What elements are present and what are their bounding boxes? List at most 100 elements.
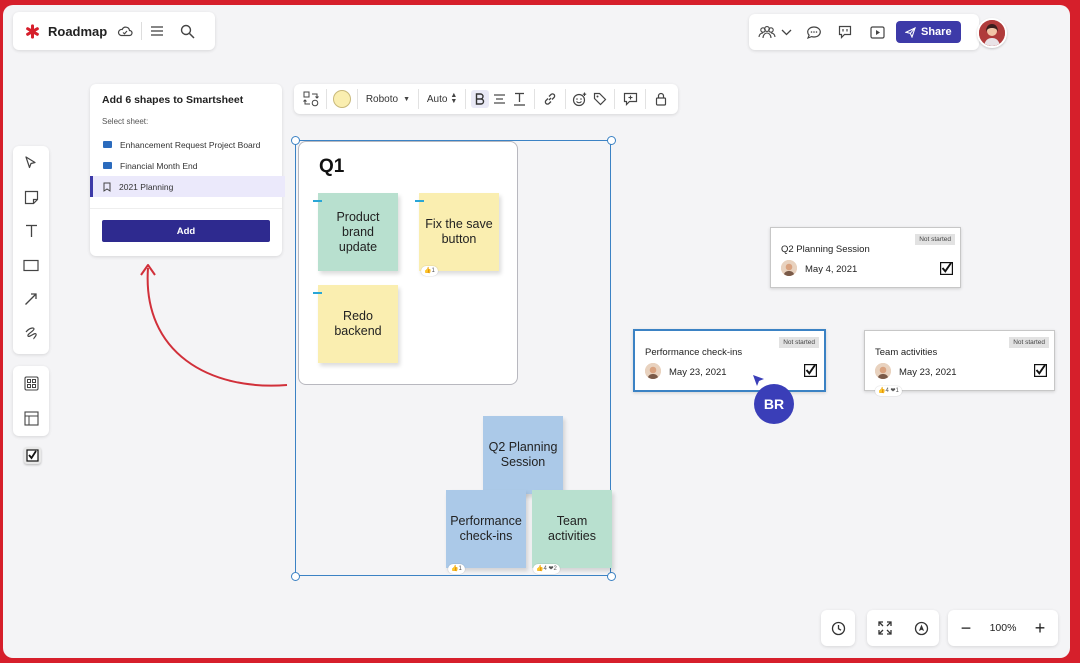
tool-bar-secondary	[13, 366, 49, 436]
status-badge: Not started	[915, 234, 955, 245]
sticky-text: Team activities	[548, 514, 596, 543]
present-icon[interactable]	[870, 25, 885, 39]
board-title[interactable]: Roadmap	[48, 24, 107, 39]
annotation-arrow	[140, 264, 288, 387]
bold-button[interactable]	[470, 84, 489, 114]
fill-color-button[interactable]	[331, 84, 353, 114]
caret-down-icon: ▼	[403, 95, 410, 103]
sticky-text: Q2 Planning Session	[488, 440, 558, 469]
sticky-note[interactable]: Product brand update	[318, 193, 398, 271]
fit-screen-icon[interactable]	[867, 621, 903, 635]
share-button[interactable]: Share	[896, 21, 961, 43]
shapes-swap-icon	[303, 91, 319, 107]
avatar	[781, 260, 797, 276]
sticky-note[interactable]: Fix the save button	[419, 193, 499, 271]
zoom-level[interactable]: 100%	[983, 622, 1023, 634]
sheet-icon	[103, 182, 111, 192]
color-swatch	[332, 90, 351, 108]
select-tool[interactable]	[13, 146, 49, 180]
cloud-icon[interactable]	[117, 25, 133, 37]
clock-icon[interactable]	[831, 621, 846, 636]
card-title: Q2 Planning Session	[781, 244, 870, 255]
reaction-badge[interactable]: 👍1	[448, 564, 465, 574]
divider	[614, 89, 615, 109]
pen-tool[interactable]	[13, 316, 49, 350]
folder-icon	[103, 162, 112, 169]
connector-handle[interactable]	[313, 292, 322, 294]
comment-add-icon	[623, 92, 638, 106]
divider	[141, 22, 143, 40]
connector-tool[interactable]	[13, 282, 49, 316]
zoom-in-button[interactable]: +	[1023, 618, 1057, 639]
task-card-selected[interactable]: Performance check-ins Not started May 23…	[633, 329, 826, 392]
search-icon[interactable]	[180, 24, 195, 39]
sheet-option-selected[interactable]: 2021 Planning	[90, 176, 285, 197]
divider	[326, 89, 327, 109]
font-size-select[interactable]: Auto ▲ ▼	[423, 84, 462, 114]
sticky-note[interactable]: Q2 Planning Session	[483, 416, 563, 494]
status-badge: Not started	[779, 337, 819, 348]
connector-handle[interactable]	[313, 200, 322, 202]
navigator-icon[interactable]	[903, 621, 939, 636]
app-bar: Roadmap	[13, 12, 215, 50]
add-button[interactable]: Add	[102, 220, 270, 242]
text-style-button[interactable]	[509, 84, 529, 114]
avatar	[875, 363, 891, 379]
share-label: Share	[921, 26, 952, 38]
collaborators-icon[interactable]	[758, 25, 776, 39]
align-button[interactable]	[489, 84, 509, 114]
sheet-option[interactable]: Financial Month End	[90, 155, 282, 176]
send-icon	[905, 26, 916, 38]
lock-button[interactable]	[650, 84, 672, 114]
shape-switch-button[interactable]	[300, 84, 322, 114]
chevron-down-icon[interactable]	[781, 29, 792, 36]
sticky-text: Fix the save button	[425, 217, 493, 246]
resize-handle[interactable]	[607, 572, 616, 581]
asterisk-logo-icon[interactable]	[25, 23, 40, 39]
reaction-badge[interactable]: 👍4 ❤1	[875, 386, 902, 396]
sticky-note[interactable]: Redo backend	[318, 285, 398, 363]
smartsheet-icon[interactable]	[24, 447, 41, 464]
layout-tool[interactable]	[13, 401, 49, 436]
shape-tool[interactable]	[13, 248, 49, 282]
connector-handle[interactable]	[415, 200, 424, 202]
sticky-note[interactable]: Team activities	[532, 490, 612, 568]
feedback-icon[interactable]	[838, 25, 852, 39]
pointer-icon	[24, 156, 38, 170]
resize-handle[interactable]	[291, 572, 300, 581]
sheet-option[interactable]: Enhancement Request Project Board	[90, 134, 282, 155]
grid-apps-icon	[23, 376, 39, 391]
divider	[465, 89, 467, 109]
comment-icon[interactable]	[806, 25, 822, 40]
reaction-badge[interactable]: 👍1	[421, 266, 438, 276]
tool-bar	[13, 146, 49, 354]
sticky-note-tool[interactable]	[13, 180, 49, 214]
tag-button[interactable]	[590, 84, 610, 114]
card-date: May 23, 2021	[899, 367, 957, 378]
link-button[interactable]	[538, 84, 560, 114]
resize-handle[interactable]	[607, 136, 616, 145]
task-card[interactable]: Q2 Planning Session Not started May 4, 2…	[770, 227, 961, 288]
frame-title: Q1	[319, 156, 345, 177]
comment-button[interactable]	[619, 84, 641, 114]
templates-tool[interactable]	[13, 366, 49, 401]
user-avatar[interactable]	[977, 18, 1007, 48]
tag-icon	[593, 92, 607, 106]
layout-icon	[23, 411, 39, 426]
bold-icon	[470, 90, 489, 108]
task-card[interactable]: Team activities Not started May 23, 2021…	[864, 330, 1055, 396]
menu-icon[interactable]	[150, 25, 164, 37]
popup-title: Add 6 shapes to Smartsheet	[102, 94, 244, 106]
add-to-smartsheet-popup: Add 6 shapes to Smartsheet Select sheet:…	[90, 84, 285, 256]
divider	[645, 89, 646, 109]
font-family-select[interactable]: Roboto ▼	[362, 84, 414, 114]
divider	[533, 89, 535, 109]
reaction-button[interactable]	[569, 84, 589, 114]
sticky-note[interactable]: Performance check-ins	[446, 490, 526, 568]
reaction-badge[interactable]: 👍4 ❤2	[533, 564, 560, 574]
zoom-out-button[interactable]: −	[949, 618, 983, 639]
text-tool[interactable]	[13, 214, 49, 248]
sticky-text: Redo backend	[334, 309, 382, 338]
arrow-line-icon	[24, 292, 38, 306]
font-family-value: Roboto	[365, 93, 399, 105]
